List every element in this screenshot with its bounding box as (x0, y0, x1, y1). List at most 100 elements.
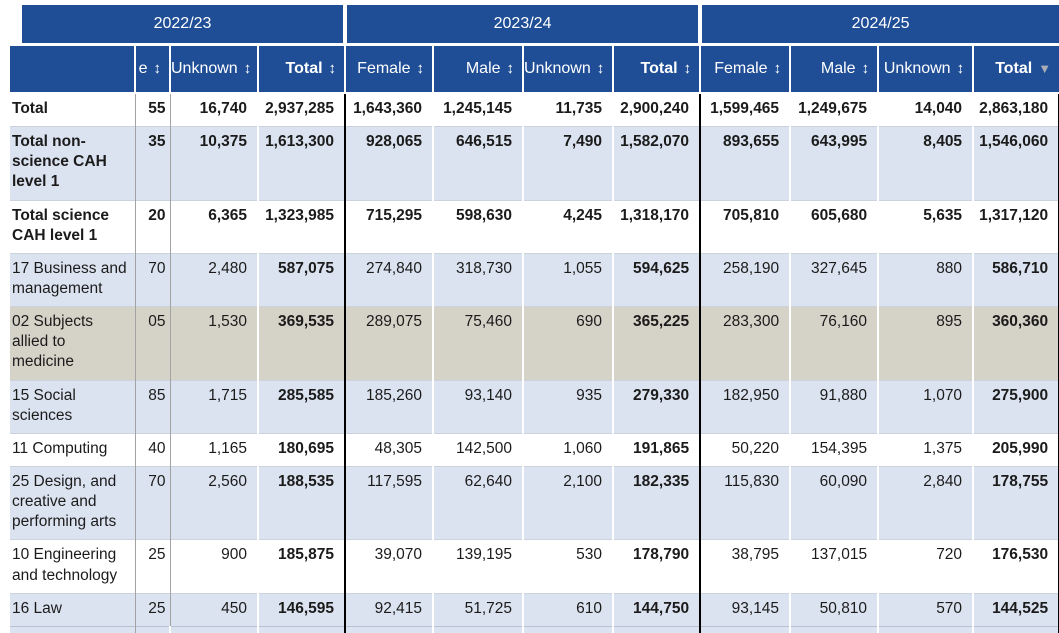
col-header-male-2024-25[interactable]: Male↕ (790, 45, 878, 94)
cell-total-2024-25: 1,546,060 (973, 127, 1059, 200)
table-row: 02 Subjects allied to medicine051,530369… (10, 307, 1059, 380)
cell-male-2024-25: 327,645 (790, 253, 878, 306)
cell-total-2022-23: 369,535 (258, 307, 345, 380)
sort-descending-icon: ▼ (1038, 61, 1051, 76)
sort-updown-icon: ↕ (417, 60, 425, 77)
row-label: 02 Subjects allied to medicine (10, 307, 135, 380)
cell-total-2022-23: 188,535 (258, 466, 345, 539)
col-header-unknown-2023-24[interactable]: Unknown↕ (523, 45, 613, 94)
cell-male-2024-25: 137,015 (790, 540, 878, 593)
cell-unknown-2022-23: 10,375 (170, 127, 258, 200)
cell-total-2022-23: 1,323,985 (258, 200, 345, 253)
col-header-female-2023-24[interactable]: Female↕ (345, 45, 433, 94)
row-label: 11 Computing (10, 433, 135, 466)
cell-total-2024-25: 178,755 (973, 466, 1059, 539)
row-label: 17 Business and management (10, 253, 135, 306)
col-header-female-2024-25[interactable]: Female ↕ (700, 45, 790, 94)
table-row: Total non-science CAH level 13510,3751,6… (10, 127, 1059, 200)
cell-unknown-2023-24: 690 (523, 307, 613, 380)
row-label: Total non-science CAH level 1 (10, 127, 135, 200)
sort-updown-icon: ↕ (244, 60, 252, 77)
col-header-unknown-2024-25[interactable]: Unknown↕ (878, 45, 973, 94)
row-label: 16 Law (10, 593, 135, 626)
cell-unknown-2023-24: 7,490 (523, 127, 613, 200)
cell-male-2022-23-truncated: 55 (135, 93, 170, 127)
sort-updown-icon: ↕ (507, 60, 515, 77)
cell-unknown-2022-23: 450 (170, 593, 258, 626)
cell-total-2022-23: 285,585 (258, 380, 345, 433)
cell-total-2022-23: 1,613,300 (258, 127, 345, 200)
cell-female-2023-24: 274,840 (345, 253, 433, 306)
cell-male-2023-24: 75,460 (433, 307, 523, 380)
cell-unknown-2024-25: 14,040 (878, 93, 973, 127)
cell-total-2023-24: 182,335 (613, 466, 700, 539)
cell-unknown-2022-23: 16,740 (170, 93, 258, 127)
cell-unknown-2024-25: 5,635 (878, 200, 973, 253)
cell-total-2022-23: 587,075 (258, 253, 345, 306)
cell-unknown-2024-25 (878, 626, 973, 633)
cell-male-2024-25: 60,090 (790, 466, 878, 539)
col-header-total-2024-25[interactable]: Total▼ (973, 45, 1059, 94)
col-header-total-2022-23[interactable]: Total↕ (258, 45, 345, 94)
cell-total-2024-25: 360,360 (973, 307, 1059, 380)
col-header-male-2023-24[interactable]: Male ↕ (433, 45, 523, 94)
cell-male-2023-24: 598,630 (433, 200, 523, 253)
cell-male-2023-24: 139,195 (433, 540, 523, 593)
year-band-2022-23: 2022/23 (22, 5, 345, 45)
cell-female-2023-24: 48,305 (345, 433, 433, 466)
cell-male-2024-25: 605,680 (790, 200, 878, 253)
cell-female-2024-25: 182,950 (700, 380, 790, 433)
col-header-unknown-2022-23[interactable]: Unknown↕ (170, 45, 258, 94)
cell-male-2023-24: 142,500 (433, 433, 523, 466)
cell-male-2024-25: 154,395 (790, 433, 878, 466)
table-row: 15 Social sciences851,715285,585185,2609… (10, 380, 1059, 433)
cell-female-2023-24: 92,415 (345, 593, 433, 626)
cell-female-2023-24: 185,260 (345, 380, 433, 433)
cell-female-2023-24: 117,595 (345, 466, 433, 539)
year-band-2023-24: 2023/24 (345, 5, 700, 45)
cell-female-2024-25: 1,599,465 (700, 93, 790, 127)
col-header-male-2022-23-truncated[interactable]: e↕ (135, 45, 170, 94)
table-row: 11 Computing401,165180,69548,305142,5001… (10, 433, 1059, 466)
year-band-2024-25: 2024/25 (700, 5, 1059, 45)
cell-total-2024-25: 144,525 (973, 593, 1059, 626)
cell-male-2022-23-truncated: 70 (135, 466, 170, 539)
column-header-row: e↕ Unknown↕ Total↕ Female↕ Male↕ Unknown… (10, 45, 1059, 94)
table-row: 16 Law25450146,59592,41551,725610144,750… (10, 593, 1059, 626)
cell-male-2022-23-truncated: 20 (135, 200, 170, 253)
cell-total-2022-23 (258, 626, 345, 633)
cell-female-2024-25 (700, 626, 790, 633)
cell-female-2023-24: 39,070 (345, 540, 433, 593)
cell-unknown-2024-25: 1,070 (878, 380, 973, 433)
cell-male-2024-25 (790, 626, 878, 633)
cell-total-2023-24: 279,330 (613, 380, 700, 433)
clipped-next-row (10, 626, 1059, 633)
cell-total-2024-25: 1,317,120 (973, 200, 1059, 253)
cell-total-2023-24: 1,582,070 (613, 127, 700, 200)
col-label: e (139, 60, 148, 77)
students-by-subject-table: 2022/23 2023/24 2024/25 e↕ Unknown↕ Tota… (10, 5, 1059, 633)
cell-female-2023-24: 715,295 (345, 200, 433, 253)
cell-female-2023-24: 928,065 (345, 127, 433, 200)
cell-total-2024-25 (973, 626, 1059, 633)
col-label: Female (714, 60, 767, 77)
cell-unknown-2022-23: 1,715 (170, 380, 258, 433)
cell-female-2024-25: 115,830 (700, 466, 790, 539)
col-header-total-2023-24[interactable]: Total↕ (613, 45, 700, 94)
cell-male-2024-25: 91,880 (790, 380, 878, 433)
col-label: Total (286, 60, 323, 77)
cell-total-2023-24: 178,790 (613, 540, 700, 593)
col-label: Male (466, 60, 501, 77)
cell-unknown-2022-23 (170, 626, 258, 633)
cell-total-2022-23: 185,875 (258, 540, 345, 593)
cell-unknown-2023-24: 935 (523, 380, 613, 433)
cell-total-2023-24: 594,625 (613, 253, 700, 306)
cell-male-2022-23-truncated: 25 (135, 593, 170, 626)
cell-unknown-2023-24: 530 (523, 540, 613, 593)
cell-female-2024-25: 38,795 (700, 540, 790, 593)
row-label: Total (10, 93, 135, 127)
cell-total-2022-23: 180,695 (258, 433, 345, 466)
sort-updown-icon: ↕ (774, 60, 782, 77)
header-corner (10, 5, 22, 45)
cell-unknown-2024-25: 895 (878, 307, 973, 380)
